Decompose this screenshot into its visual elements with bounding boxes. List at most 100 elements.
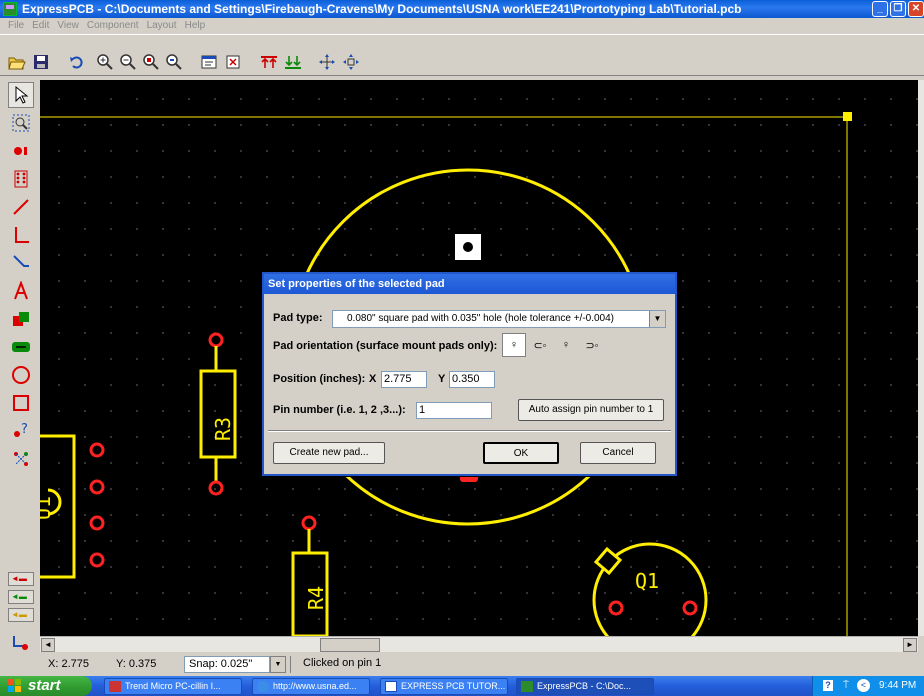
vertical-scrollbar[interactable] [918, 80, 924, 636]
orientation-left-button[interactable]: ⊂◦ [528, 333, 552, 357]
task-trend-micro[interactable]: Trend Micro PC-cillin I... [104, 678, 242, 695]
menu-view[interactable]: View [53, 18, 83, 34]
scroll-right-icon[interactable]: ► [903, 638, 917, 652]
status-message: Clicked on pin 1 [290, 656, 490, 673]
menu-edit[interactable]: Edit [28, 18, 53, 34]
flip-icon[interactable] [340, 51, 362, 73]
x-label: X [369, 373, 377, 385]
zoom-in-icon[interactable] [94, 51, 116, 73]
snap-select[interactable]: Snap: 0.025" [184, 656, 270, 673]
u1-pin [89, 442, 105, 458]
undo-icon[interactable] [66, 51, 88, 73]
zoom-box-icon[interactable] [140, 51, 162, 73]
open-icon[interactable] [6, 51, 28, 73]
pad-type-select[interactable]: 0.080" square pad with 0.035" hole (hole… [332, 310, 666, 328]
chevron-down-icon[interactable]: ▼ [649, 311, 665, 327]
restore-button[interactable]: ❐ [890, 1, 906, 17]
snap-tool-icon[interactable] [8, 630, 34, 656]
save-icon[interactable] [30, 51, 52, 73]
status-y: Y: 0.375 [116, 658, 157, 670]
title-bar: ExpressPCB - C:\Documents and Settings\F… [0, 0, 924, 18]
toolbar [0, 34, 924, 76]
scroll-thumb[interactable] [320, 638, 380, 652]
trace-icon[interactable] [8, 194, 34, 220]
layer-silk-button[interactable]: ◄▬ [8, 608, 34, 622]
menu-help[interactable]: Help [181, 18, 210, 34]
layer-top-button[interactable]: ◄▬ [8, 572, 34, 586]
window-title: ExpressPCB - C:\Documents and Settings\F… [22, 2, 742, 16]
circle-icon[interactable] [8, 362, 34, 388]
status-x: X: 2.775 [48, 658, 89, 670]
task-browser[interactable]: http://www.usna.ed... [252, 678, 370, 695]
r3-outline [199, 369, 237, 459]
text-tool-icon[interactable] [8, 278, 34, 304]
move-top-icon[interactable] [258, 51, 280, 73]
ratsnest-icon[interactable] [8, 446, 34, 472]
q1-pad [682, 600, 698, 616]
diagonal-trace-icon[interactable] [8, 250, 34, 276]
pad-type-label: Pad type: [273, 312, 323, 324]
network-icon[interactable]: ⍑ [843, 676, 849, 696]
r3-pad-top [208, 332, 224, 348]
word-icon [385, 681, 397, 692]
tool-palette: ? ◄▬ ◄▬ ◄▬ [6, 80, 38, 660]
ie-icon [257, 681, 269, 692]
pointer-icon[interactable] [8, 82, 34, 108]
pin-number-input[interactable]: 1 [416, 402, 492, 419]
rectangle-icon[interactable] [8, 390, 34, 416]
ok-button[interactable]: OK [483, 442, 559, 464]
filled-plane-icon[interactable] [8, 334, 34, 360]
r3-pad-bottom [208, 480, 224, 496]
svg-text:?: ? [21, 422, 28, 437]
y-position-input[interactable]: 0.350 [449, 371, 495, 388]
start-button[interactable]: start [0, 676, 92, 696]
create-new-pad-button[interactable]: Create new pad... [273, 442, 385, 464]
u1-pin [89, 479, 105, 495]
y-label: Y [438, 373, 446, 385]
layer-bottom-button[interactable]: ◄▬ [8, 590, 34, 604]
task-word-doc[interactable]: EXPRESS PCB TUTOR... [380, 678, 508, 695]
r3-label: R3 [211, 417, 235, 441]
angle-trace-icon[interactable] [8, 222, 34, 248]
horizontal-scrollbar[interactable]: ◄ ► [40, 636, 918, 652]
component-icon[interactable] [222, 51, 244, 73]
u1-label: U1 [40, 496, 55, 520]
properties-icon[interactable] [198, 51, 220, 73]
clock: 9:44 PM [879, 680, 917, 691]
zoom-fit-icon[interactable] [163, 51, 185, 73]
net-icon[interactable]: ? [8, 418, 34, 444]
cancel-button[interactable]: Cancel [580, 442, 656, 464]
chevron-down-icon[interactable]: ▼ [270, 656, 286, 673]
layer-icon[interactable] [8, 306, 34, 332]
help-icon[interactable]: ? [823, 680, 833, 691]
zoom-tool-icon[interactable] [8, 110, 34, 136]
menu-component[interactable]: Component [83, 18, 143, 34]
move-bottom-icon[interactable] [282, 51, 304, 73]
dialog-separator [268, 430, 671, 432]
scroll-left-icon[interactable]: ◄ [41, 638, 55, 652]
orientation-vertical-down-button[interactable]: ♀ [554, 333, 578, 357]
position-label: Position (inches): [273, 373, 366, 385]
rotate-icon[interactable] [316, 51, 338, 73]
orientation-right-button[interactable]: ⊃◦ [580, 333, 604, 357]
orientation-label: Pad orientation (surface mount pads only… [273, 340, 498, 352]
expresspcb-app-icon [3, 2, 17, 16]
status-bar: X: 2.775 Y: 0.375 Snap: 0.025" ▼ Clicked… [0, 654, 924, 676]
menu-layout[interactable]: Layout [143, 18, 181, 34]
auto-assign-button[interactable]: Auto assign pin number to 1 [518, 399, 664, 421]
expresspcb-window: ExpressPCB - C:\Documents and Settings\F… [0, 0, 924, 696]
x-position-input[interactable]: 2.775 [381, 371, 427, 388]
minimize-button[interactable]: _ [872, 1, 888, 17]
close-button[interactable]: ✕ [908, 1, 924, 17]
dialog-title: Set properties of the selected pad [264, 274, 675, 294]
pad-icon[interactable] [8, 138, 34, 164]
menu-file[interactable]: File [4, 18, 28, 34]
board-corner-handle [843, 112, 852, 121]
volume-icon[interactable]: < [857, 679, 870, 692]
orientation-vertical-up-button[interactable]: ♀ [502, 333, 526, 357]
component-tool-icon[interactable] [8, 166, 34, 192]
task-expresspcb[interactable]: ExpressPCB - C:\Doc... [516, 678, 654, 695]
zoom-out-icon[interactable] [117, 51, 139, 73]
expresspcb-task-icon [521, 681, 533, 692]
r4-label: R4 [304, 586, 328, 610]
